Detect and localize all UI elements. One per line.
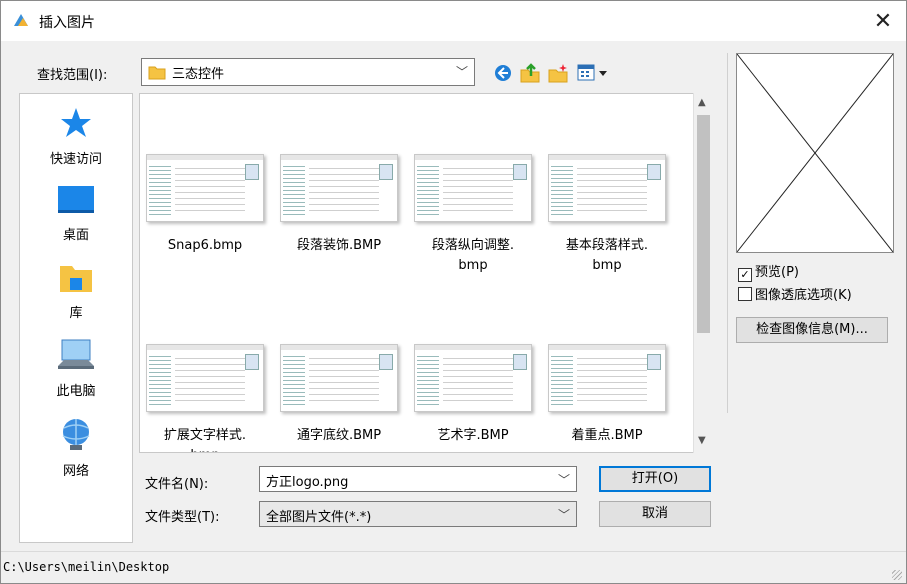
computer-icon xyxy=(58,339,94,369)
scroll-up-icon[interactable]: ▲ xyxy=(698,97,706,108)
file-thumbnail xyxy=(146,154,264,222)
checkbox-unchecked-icon[interactable] xyxy=(738,287,752,301)
file-item[interactable]: 通字底纹.BMP xyxy=(279,344,399,446)
network-icon xyxy=(62,419,90,450)
file-thumbnail xyxy=(548,344,666,412)
lookin-value: 三态控件 xyxy=(172,67,225,82)
file-item[interactable]: 段落装饰.BMP xyxy=(279,154,399,256)
file-name: 扩展文字样式.bmp xyxy=(163,428,247,452)
transparent-checkbox[interactable]: 图像透底选项(K) xyxy=(738,284,852,303)
status-bar: C:\Users\meilin\Desktop xyxy=(1,551,906,583)
file-item[interactable]: Snap6.bmp xyxy=(145,154,265,256)
place-label: 库 xyxy=(69,306,83,321)
file-thumbnail xyxy=(280,154,398,222)
place-network[interactable]: 网络 xyxy=(20,416,132,479)
filename-value: 方正logo.png xyxy=(266,475,349,490)
place-this-pc[interactable]: 此电脑 xyxy=(20,338,132,399)
status-path: C:\Users\meilin\Desktop xyxy=(3,560,170,574)
preview-checkbox[interactable]: ✓ 预览(P) xyxy=(738,261,799,282)
star-icon xyxy=(61,108,91,137)
file-thumbnail xyxy=(414,154,532,222)
filetype-label: 文件类型(T): xyxy=(145,510,220,525)
file-item[interactable]: 艺术字.BMP xyxy=(413,344,533,446)
place-desktop[interactable]: 桌面 xyxy=(20,184,132,243)
close-icon: ✕ xyxy=(873,8,893,34)
file-list-scrollbar[interactable]: ▲ ▼ xyxy=(693,93,713,453)
chevron-down-icon[interactable]: ﹀ xyxy=(558,471,570,488)
lookin-combo[interactable]: 三态控件 ﹀ xyxy=(141,58,475,86)
view-menu-icon[interactable] xyxy=(577,64,613,82)
chevron-down-icon: ﹀ xyxy=(455,65,468,79)
filename-label: 文件名(N): xyxy=(145,477,209,492)
panel-divider xyxy=(727,53,728,413)
file-thumbnail xyxy=(146,344,264,412)
lookin-label: 查找范围(I): xyxy=(37,68,108,83)
chevron-down-icon: ﹀ xyxy=(557,508,570,522)
file-thumbnail xyxy=(280,344,398,412)
places-bar: 快速访问 桌面 库 此电脑 网络 xyxy=(19,93,133,543)
file-name: 艺术字.BMP xyxy=(437,428,509,443)
app-icon xyxy=(14,14,28,26)
up-folder-icon[interactable] xyxy=(519,62,541,84)
place-quick-access[interactable]: 快速访问 xyxy=(20,106,132,167)
place-label: 此电脑 xyxy=(56,384,96,399)
file-name: 段落装饰.BMP xyxy=(296,238,382,253)
preview-checkbox-label: 预览(P) xyxy=(755,265,799,280)
scroll-down-icon[interactable]: ▼ xyxy=(698,435,706,446)
file-item[interactable]: 扩展文字样式.bmp xyxy=(145,344,265,452)
place-label: 网络 xyxy=(62,464,89,479)
image-preview xyxy=(736,53,894,253)
title-bar: 插入图片 ✕ xyxy=(1,1,906,41)
file-name: Snap6.bmp xyxy=(167,238,243,253)
file-thumbnail xyxy=(548,154,666,222)
file-name: 通字底纹.BMP xyxy=(296,428,382,443)
filename-input[interactable]: 方正logo.png ﹀ xyxy=(259,466,577,492)
place-label: 桌面 xyxy=(62,228,89,243)
file-item[interactable]: 基本段落样式. bmp xyxy=(547,154,667,276)
file-item[interactable]: 着重点.BMP xyxy=(547,344,667,446)
folder-icon xyxy=(148,66,166,80)
filetype-select[interactable]: 全部图片文件(*.*) ﹀ xyxy=(259,501,577,527)
checkbox-checked-icon[interactable]: ✓ xyxy=(738,268,752,282)
file-name: 基本段落样式. bmp xyxy=(565,238,649,273)
desktop-icon xyxy=(58,186,94,213)
file-item[interactable]: 段落纵向调整. bmp xyxy=(413,154,533,276)
library-icon xyxy=(60,266,92,292)
resize-grip-icon[interactable] xyxy=(892,570,902,580)
file-list[interactable]: Snap6.bmp 段落装饰.BMP 段落纵向调整. bmp 基本段落样式. bmp… xyxy=(139,93,713,453)
filetype-value: 全部图片文件(*.*) xyxy=(266,510,372,525)
back-icon[interactable] xyxy=(493,63,513,83)
place-label: 快速访问 xyxy=(49,152,102,167)
place-library[interactable]: 库 xyxy=(20,260,132,321)
scrollbar-thumb[interactable] xyxy=(697,115,710,333)
close-button[interactable]: ✕ xyxy=(860,1,906,41)
new-folder-icon[interactable] xyxy=(547,62,569,84)
open-button[interactable]: 打开(O) xyxy=(599,466,711,492)
dialog-title: 插入图片 xyxy=(39,15,95,31)
insert-picture-dialog: 插入图片 ✕ 查找范围(I): 三态控件 ﹀ 快速访问 桌面 库 此电脑 网络 … xyxy=(0,0,907,584)
no-preview-cross xyxy=(736,53,894,253)
transparent-checkbox-label: 图像透底选项(K) xyxy=(755,288,852,303)
image-info-button[interactable]: 检查图像信息(M)... xyxy=(736,317,888,343)
cancel-button[interactable]: 取消 xyxy=(599,501,711,527)
file-name: 段落纵向调整. bmp xyxy=(431,238,515,273)
file-thumbnail xyxy=(414,344,532,412)
file-name: 着重点.BMP xyxy=(571,428,643,443)
